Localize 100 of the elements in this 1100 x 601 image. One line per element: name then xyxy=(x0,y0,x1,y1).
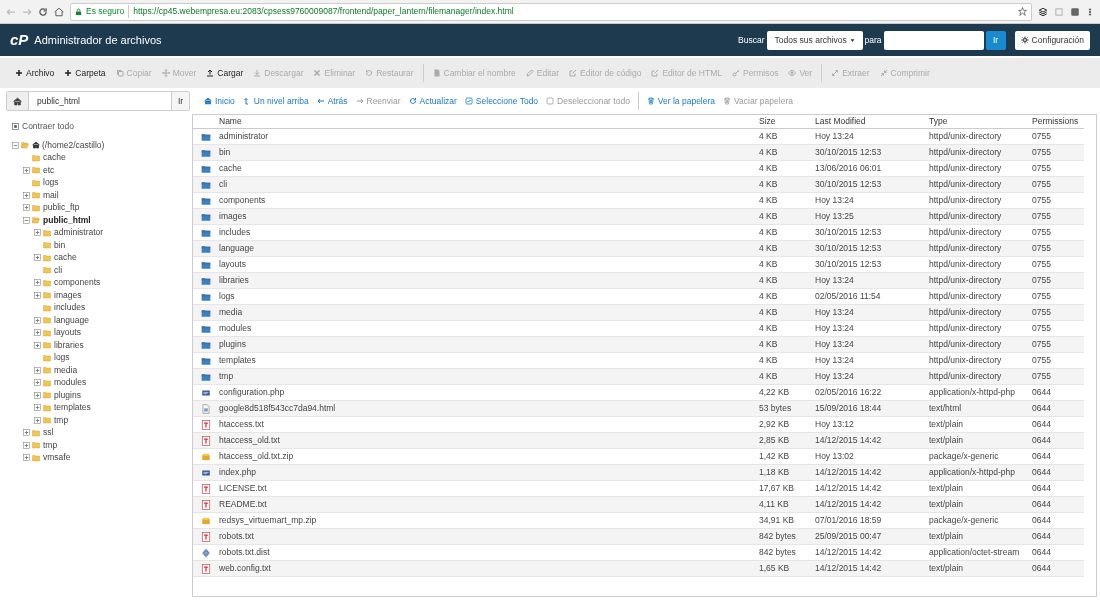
column-header[interactable]: Permissions xyxy=(1032,115,1084,128)
toolbar-button[interactable]: Carpeta xyxy=(59,66,111,80)
tree-item[interactable]: etc xyxy=(43,163,55,177)
tree-item[interactable]: mail xyxy=(43,188,59,202)
file-name[interactable]: redsys_virtuemart_mp.zip xyxy=(219,514,759,527)
expand-toggle-icon[interactable] xyxy=(34,279,41,286)
collapse-all-button[interactable]: Contraer todo xyxy=(12,120,74,133)
settings-button[interactable]: Configuración xyxy=(1014,30,1090,50)
file-name[interactable]: media xyxy=(219,306,759,319)
file-name[interactable]: index.php xyxy=(219,466,759,479)
expand-toggle-icon[interactable] xyxy=(34,366,41,374)
collapse-toggle-icon[interactable] xyxy=(23,216,30,224)
tree-item[interactable]: vmsafe xyxy=(43,451,71,464)
undo-icon xyxy=(365,69,374,77)
collapse-toggle-icon[interactable] xyxy=(12,141,19,149)
tree-item[interactable]: administrator xyxy=(54,226,104,239)
tree-item[interactable]: logs xyxy=(54,351,70,364)
file-name[interactable]: components xyxy=(219,194,759,207)
nav-link[interactable]: Atrás xyxy=(312,94,352,108)
tree-item[interactable]: templates xyxy=(54,401,91,414)
column-header[interactable]: Type xyxy=(929,115,1032,128)
tree-item[interactable]: tmp xyxy=(54,413,69,427)
file-name[interactable]: language xyxy=(219,242,759,255)
expand-toggle-icon[interactable] xyxy=(34,416,41,424)
file-name[interactable]: htaccess_old.txt.zip xyxy=(219,450,759,463)
tree-item[interactable]: cache xyxy=(43,151,66,164)
table-cell-text: httpd/unix-directory xyxy=(929,258,1003,271)
nav-link[interactable]: Actualizar xyxy=(404,94,461,108)
file-name[interactable]: tmp xyxy=(219,370,759,383)
address-bar[interactable]: Es seguro https://cp45.webempresa.eu:2083/cpsess9760009087/frontend/paper_lantern/filemanager/index.html xyxy=(70,2,1032,21)
nav-link[interactable]: Un nivel arriba xyxy=(238,94,313,108)
expand-toggle-icon[interactable] xyxy=(34,404,41,411)
file-name[interactable]: images xyxy=(219,210,759,223)
expand-toggle-icon[interactable] xyxy=(34,229,41,236)
tree-item[interactable]: media xyxy=(54,363,78,377)
file-name[interactable]: cli xyxy=(219,178,759,191)
toolbar-button[interactable]: Archivo xyxy=(10,66,60,80)
column-header[interactable]: Size xyxy=(759,115,815,128)
expand-toggle-icon[interactable] xyxy=(23,429,30,436)
folder-icon xyxy=(201,211,211,222)
file-name[interactable]: logs xyxy=(219,290,759,303)
expand-toggle-icon[interactable] xyxy=(34,254,41,261)
expand-toggle-icon[interactable] xyxy=(23,441,30,449)
tree-item[interactable]: logs xyxy=(43,176,59,189)
tree-item[interactable]: tmp xyxy=(43,438,58,452)
search-field[interactable] xyxy=(883,30,984,50)
expand-toggle-icon[interactable] xyxy=(34,391,41,399)
expand-toggle-icon[interactable] xyxy=(23,204,30,211)
file-name[interactable]: robots.txt.dist xyxy=(219,546,759,559)
tree-item[interactable]: bin xyxy=(54,238,66,252)
expand-toggle-icon[interactable] xyxy=(34,291,41,299)
tree-item[interactable]: modules xyxy=(54,376,87,389)
nav-link[interactable]: Ver la papelera xyxy=(642,94,720,108)
file-name[interactable]: modules xyxy=(219,322,759,335)
tree-item[interactable]: components xyxy=(54,276,101,289)
file-name[interactable]: administrator xyxy=(219,130,759,143)
file-name[interactable]: cache xyxy=(219,162,759,175)
tree-item[interactable]: images xyxy=(54,288,82,302)
tree-item[interactable]: ssl xyxy=(43,426,54,439)
tree-item[interactable]: cache xyxy=(54,251,77,264)
nav-link[interactable]: Seleccione Todo xyxy=(460,94,543,108)
file-name[interactable]: libraries xyxy=(219,274,759,287)
file-name[interactable]: README.txt xyxy=(219,498,759,511)
tree-item[interactable]: public_ftp xyxy=(43,201,80,214)
table-cell-text: 30/10/2015 12:53 xyxy=(815,226,883,239)
go-button[interactable]: Ir xyxy=(985,30,1006,50)
file-name[interactable]: includes xyxy=(219,226,759,239)
file-name[interactable]: bin xyxy=(219,146,759,159)
tree-item[interactable]: language xyxy=(54,313,89,327)
tree-item[interactable]: public_html xyxy=(43,213,91,227)
expand-toggle-icon[interactable] xyxy=(23,454,30,461)
file-name[interactable]: LICENSE.txt xyxy=(219,482,759,495)
column-header[interactable]: Last Modified xyxy=(815,115,929,128)
file-name[interactable]: web.config.txt xyxy=(219,562,759,575)
tree-item[interactable]: includes xyxy=(54,301,86,314)
scope-dropdown[interactable]: Todos sus archivos xyxy=(766,30,863,50)
table-cell-text: text/plain xyxy=(929,530,965,543)
tree-item[interactable]: (/home2/castillo) xyxy=(42,138,105,152)
expand-toggle-icon[interactable] xyxy=(23,191,30,199)
download-icon xyxy=(253,69,262,77)
file-name[interactable]: robots.txt xyxy=(219,530,759,543)
toolbar-button[interactable]: Cargar xyxy=(201,66,249,80)
expand-toggle-icon[interactable] xyxy=(34,329,41,336)
file-name[interactable]: htaccess.txt xyxy=(219,418,759,431)
file-name[interactable]: layouts xyxy=(219,258,759,271)
nav-link[interactable]: Inicio xyxy=(200,94,239,108)
expand-toggle-icon[interactable] xyxy=(34,379,41,386)
tree-item[interactable]: libraries xyxy=(54,338,84,352)
expand-toggle-icon[interactable] xyxy=(34,316,41,324)
tree-item[interactable]: cli xyxy=(54,263,63,277)
file-name[interactable]: htaccess_old.txt xyxy=(219,434,759,447)
tree-item[interactable]: plugins xyxy=(54,388,81,402)
column-header[interactable]: Name xyxy=(219,115,759,128)
tree-item[interactable]: layouts xyxy=(54,326,81,339)
file-name[interactable]: configuration.php xyxy=(219,386,759,399)
expand-toggle-icon[interactable] xyxy=(23,166,30,174)
file-name[interactable]: plugins xyxy=(219,338,759,351)
file-name[interactable]: google8d518f543cc7da94.html xyxy=(219,402,759,415)
file-name[interactable]: templates xyxy=(219,354,759,367)
expand-toggle-icon[interactable] xyxy=(34,341,41,349)
